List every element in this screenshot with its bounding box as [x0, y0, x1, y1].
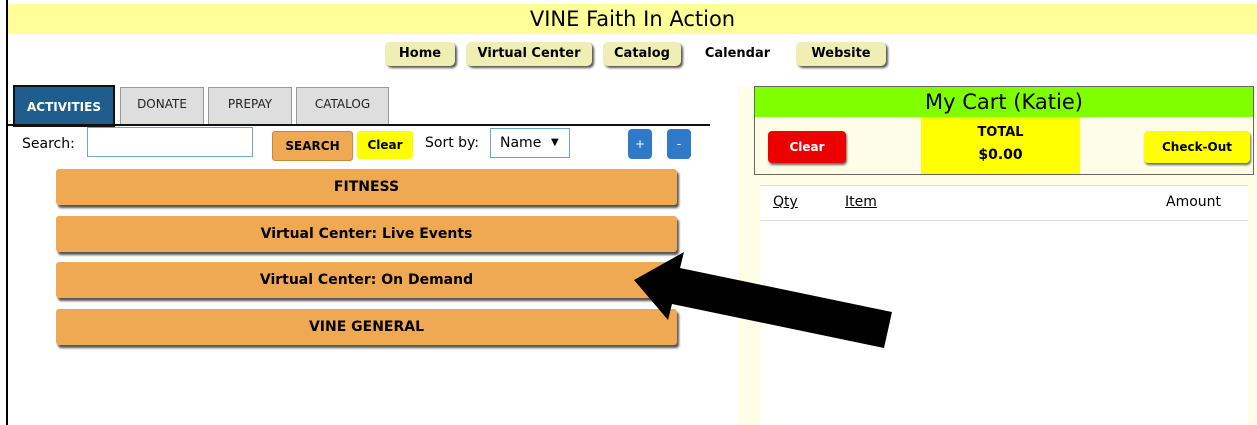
- arrow-pointing-icon: [634, 252, 892, 348]
- category-vine-general-button[interactable]: VINE GENERAL: [56, 309, 677, 345]
- nav-home-button[interactable]: Home: [385, 42, 455, 66]
- tab-donate[interactable]: DONATE: [120, 87, 204, 125]
- search-label: Search:: [22, 136, 75, 152]
- sort-select-value: Name: [500, 135, 542, 151]
- category-fitness-button[interactable]: FITNESS: [56, 169, 677, 205]
- cart-controls: Clear TOTAL $0.00 Check-Out: [755, 117, 1253, 174]
- sort-select[interactable]: Name ▼: [490, 128, 570, 158]
- nav-catalog-button[interactable]: Catalog: [603, 42, 681, 66]
- collapse-minus-button[interactable]: -: [667, 129, 691, 159]
- category-live-events-button[interactable]: Virtual Center: Live Events: [56, 216, 677, 252]
- item-column-header[interactable]: Item: [845, 194, 877, 210]
- nav-website-button[interactable]: Website: [796, 42, 886, 66]
- tab-prepay[interactable]: PREPAY: [208, 87, 292, 125]
- checkout-button[interactable]: Check-Out: [1144, 131, 1250, 163]
- amount-column-header: Amount: [1166, 194, 1222, 210]
- nav-calendar-button[interactable]: Calendar: [696, 42, 779, 66]
- clear-search-button[interactable]: Clear: [357, 131, 413, 159]
- qty-column-header[interactable]: Qty: [773, 194, 798, 210]
- chevron-down-icon: ▼: [551, 137, 559, 148]
- cart-total: TOTAL $0.00: [921, 117, 1080, 174]
- cart-panel: My Cart (Katie) Clear TOTAL $0.00 Check-…: [754, 86, 1254, 175]
- cart-title: My Cart (Katie): [755, 87, 1253, 117]
- page: VINE Faith In Action Home Virtual Center…: [0, 0, 1257, 425]
- search-input[interactable]: [87, 127, 253, 157]
- site-title: VINE Faith In Action: [8, 4, 1257, 34]
- search-button[interactable]: SEARCH: [272, 131, 353, 161]
- tab-divider: [8, 124, 710, 126]
- total-value: $0.00: [978, 147, 1023, 163]
- nav-virtual-center-button[interactable]: Virtual Center: [466, 42, 592, 66]
- expand-plus-button[interactable]: +: [628, 129, 652, 159]
- cart-table-header: Qty Item Amount: [760, 185, 1248, 221]
- total-label: TOTAL: [977, 125, 1024, 140]
- sort-label: Sort by:: [425, 135, 480, 151]
- tab-activities[interactable]: ACTIVITIES: [13, 85, 115, 127]
- category-on-demand-button[interactable]: Virtual Center: On Demand: [56, 262, 677, 298]
- top-nav: Home Virtual Center Catalog Calendar Web…: [0, 42, 1257, 68]
- cart-clear-button[interactable]: Clear: [768, 131, 846, 163]
- tab-catalog[interactable]: CATALOG: [296, 87, 389, 125]
